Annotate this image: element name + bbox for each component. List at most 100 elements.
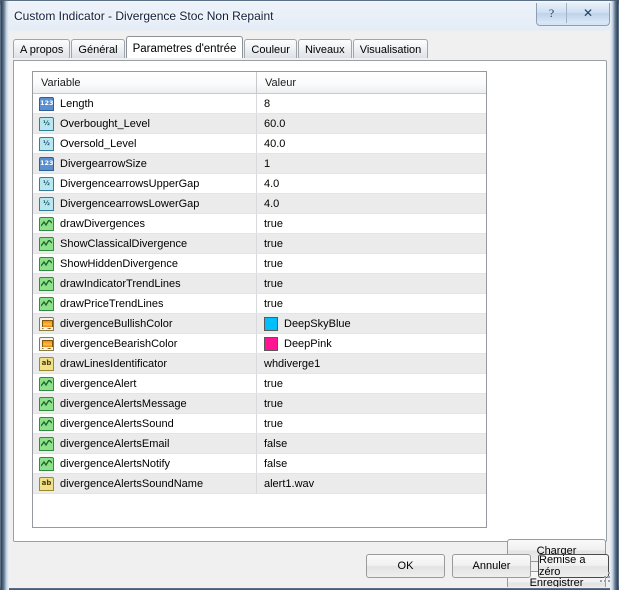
table-row[interactable]: 123 DivergearrowSize 1 <box>33 154 486 174</box>
string-icon: ab <box>39 476 54 491</box>
parameter-value-cell[interactable]: 4.0 <box>257 174 486 193</box>
parameter-name: Overbought_Level <box>60 117 150 130</box>
help-icon[interactable]: ? <box>537 3 567 23</box>
parameter-name-cell: divergenceBullishColor <box>33 314 257 333</box>
parameter-name: drawLinesIdentificator <box>60 357 168 370</box>
parameter-value-cell[interactable]: true <box>257 234 486 253</box>
parameter-name-cell: divergenceBearishColor <box>33 334 257 353</box>
parameter-name: DivergearrowSize <box>60 157 147 170</box>
bool-icon <box>39 456 54 471</box>
table-row[interactable]: ab divergenceAlertsSoundName alert1.wav <box>33 474 486 494</box>
window-controls: ? ✕ <box>536 3 610 26</box>
parameter-value-cell[interactable]: true <box>257 274 486 293</box>
parameter-name: drawDivergences <box>60 217 145 230</box>
parameter-name: DivergencearrowsLowerGap <box>60 197 200 210</box>
table-row[interactable]: ShowClassicalDivergence true <box>33 234 486 254</box>
int-icon: 123 <box>39 96 54 111</box>
table-row[interactable]: 123 Length 8 <box>33 94 486 114</box>
parameter-value-cell[interactable]: DeepPink <box>257 334 486 353</box>
window-title: Custom Indicator - Divergence Stoc Non R… <box>14 9 274 23</box>
bool-icon <box>39 396 54 411</box>
table-row[interactable]: ½ DivergencearrowsUpperGap 4.0 <box>33 174 486 194</box>
parameter-value: true <box>264 297 283 310</box>
annuler-button[interactable]: Annuler <box>452 554 531 578</box>
table-row[interactable]: divergenceBearishColor DeepPink <box>33 334 486 354</box>
parameter-name-cell: ab divergenceAlertsSoundName <box>33 474 257 493</box>
parameter-value: 1 <box>264 157 271 170</box>
table-row[interactable]: divergenceAlertsSound true <box>33 414 486 434</box>
parameter-value-cell[interactable]: true <box>257 414 486 433</box>
parameter-value-cell[interactable]: 1 <box>257 154 486 173</box>
table-row[interactable]: drawDivergences true <box>33 214 486 234</box>
grid-body: 123 Length 8 ½ Overbought_Level 60.0 ½ Oversold… <box>33 94 486 494</box>
parameter-value-cell[interactable]: true <box>257 374 486 393</box>
parameter-value-cell[interactable]: true <box>257 214 486 233</box>
bool-icon <box>39 436 54 451</box>
parameter-value: 4.0 <box>264 177 280 190</box>
dialog-window: Custom Indicator - Divergence Stoc Non R… <box>0 0 619 590</box>
table-row[interactable]: ab drawLinesIdentificator whdiverge1 <box>33 354 486 374</box>
color-swatch <box>264 336 278 351</box>
tab-5[interactable]: Visualisation <box>352 39 429 58</box>
table-row[interactable]: divergenceBullishColor DeepSkyBlue <box>33 314 486 334</box>
parameter-name: ShowClassicalDivergence <box>60 237 188 250</box>
parameter-name-cell: divergenceAlertsMessage <box>33 394 257 413</box>
parameter-name: ShowHiddenDivergence <box>60 257 179 270</box>
parameter-name-cell: divergenceAlertsSound <box>33 414 257 433</box>
parameter-value: 4.0 <box>264 197 280 210</box>
close-icon[interactable]: ✕ <box>567 3 609 23</box>
parameter-value-cell[interactable]: DeepSkyBlue <box>257 314 486 333</box>
ok-button[interactable]: OK <box>366 554 445 578</box>
table-row[interactable]: divergenceAlertsMessage true <box>33 394 486 414</box>
parameter-name: divergenceBearishColor <box>60 337 178 350</box>
parameter-name: divergenceAlertsSoundName <box>60 477 204 490</box>
column-header-valeur[interactable]: Valeur <box>257 72 486 93</box>
parameter-name-cell: ab drawLinesIdentificator <box>33 354 257 373</box>
parameter-value: 60.0 <box>264 117 286 130</box>
tab-1[interactable]: Général <box>71 39 125 58</box>
parameter-value-cell[interactable]: true <box>257 294 486 313</box>
parameter-name: divergenceAlertsEmail <box>60 437 170 450</box>
table-row[interactable]: ½ Oversold_Level 40.0 <box>33 134 486 154</box>
parameter-value-cell[interactable]: true <box>257 394 486 413</box>
title-bar[interactable]: Custom Indicator - Divergence Stoc Non R… <box>2 2 617 31</box>
column-header-variable[interactable]: Variable <box>33 72 257 93</box>
remise-a-zero-button[interactable]: Remise a zéro <box>538 554 609 578</box>
table-row[interactable]: divergenceAlertsNotify false <box>33 454 486 474</box>
parameter-value-cell[interactable]: 60.0 <box>257 114 486 133</box>
resize-grip[interactable] <box>600 572 612 584</box>
tab-4[interactable]: Niveaux <box>297 39 352 58</box>
table-row[interactable]: ½ DivergencearrowsLowerGap 4.0 <box>33 194 486 214</box>
parameter-name-cell: divergenceAlertsNotify <box>33 454 257 473</box>
bool-icon <box>39 296 54 311</box>
parameter-value: DeepPink <box>284 337 332 350</box>
bool-icon <box>39 216 54 231</box>
parameter-value: true <box>264 277 283 290</box>
tab-2[interactable]: Parametres d'entrée <box>125 36 244 58</box>
parameter-value-cell[interactable]: alert1.wav <box>257 474 486 493</box>
parameter-name: divergenceAlertsSound <box>60 417 174 430</box>
parameter-value: DeepSkyBlue <box>284 317 351 330</box>
tab-3[interactable]: Couleur <box>244 39 297 58</box>
parameter-name-cell: drawPriceTrendLines <box>33 294 257 313</box>
parameter-value-cell[interactable]: 8 <box>257 94 486 113</box>
color-swatch <box>264 316 278 331</box>
parameter-value: true <box>264 257 283 270</box>
color-icon <box>39 336 54 351</box>
table-row[interactable]: divergenceAlert true <box>33 374 486 394</box>
tab-0[interactable]: A propos <box>13 39 71 58</box>
bool-icon <box>39 276 54 291</box>
parameter-value-cell[interactable]: true <box>257 254 486 273</box>
parameter-value-cell[interactable]: 4.0 <box>257 194 486 213</box>
table-row[interactable]: ½ Overbought_Level 60.0 <box>33 114 486 134</box>
parameter-value-cell[interactable]: false <box>257 434 486 453</box>
table-row[interactable]: drawPriceTrendLines true <box>33 294 486 314</box>
table-row[interactable]: divergenceAlertsEmail false <box>33 434 486 454</box>
table-row[interactable]: ShowHiddenDivergence true <box>33 254 486 274</box>
bool-icon <box>39 416 54 431</box>
float-icon: ½ <box>39 196 54 211</box>
parameter-value-cell[interactable]: whdiverge1 <box>257 354 486 373</box>
table-row[interactable]: drawIndicatorTrendLines true <box>33 274 486 294</box>
parameter-value-cell[interactable]: false <box>257 454 486 473</box>
parameter-value-cell[interactable]: 40.0 <box>257 134 486 153</box>
